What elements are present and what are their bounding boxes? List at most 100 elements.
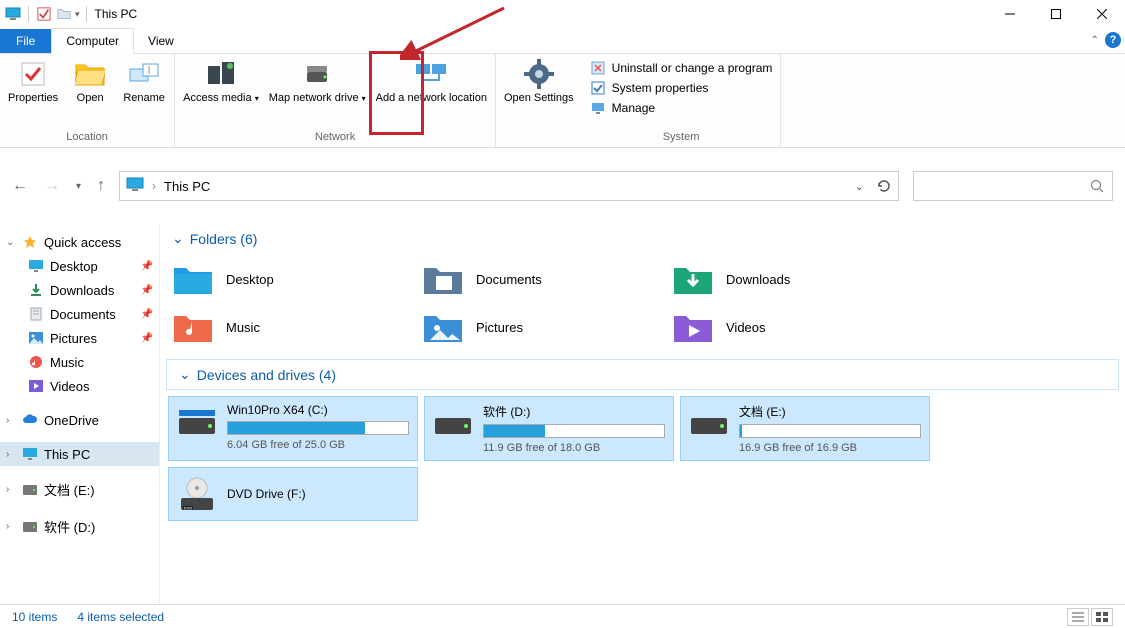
capacity-bar [739,424,921,438]
search-input[interactable] [913,171,1113,201]
app-icon [4,5,22,23]
address-dropdown-icon[interactable]: ⌄ [855,180,864,193]
open-folder-icon [74,58,106,90]
tab-computer[interactable]: Computer [51,28,134,54]
properties-button[interactable]: Properties [8,58,58,105]
nav-row: ← → ▾ ↑ › This PC ⌄ [0,148,1125,224]
folder-pictures[interactable]: Pictures [418,303,668,351]
tree-drive-e[interactable]: › 文档 (E:) [0,476,159,503]
pictures-folder-icon [422,309,464,345]
folder-documents[interactable]: Documents [418,255,668,303]
svg-text:DVD: DVD [184,506,193,511]
tree-onedrive[interactable]: › OneDrive [0,408,159,432]
open-button[interactable]: Open [68,58,112,105]
rename-icon [128,58,160,90]
tree-documents[interactable]: Documents 📌 [0,302,159,326]
folder-desktop[interactable]: Desktop [168,255,418,303]
manage-button[interactable]: Manage [590,100,773,116]
collapse-ribbon-icon[interactable]: ⌃ [1091,35,1099,46]
pin-icon: 📌 [141,333,153,344]
folder-videos[interactable]: Videos [668,303,918,351]
access-media-icon [205,58,237,90]
view-thumbnails-button[interactable] [1091,608,1113,626]
back-button[interactable]: ← [12,177,28,195]
add-location-icon [415,58,447,90]
chevron-right-icon[interactable]: › [6,415,16,426]
tree-music[interactable]: Music [0,350,159,374]
folder-music[interactable]: Music [168,303,418,351]
uninstall-program-button[interactable]: Uninstall or change a program [590,60,773,76]
up-button[interactable]: ↑ [97,177,105,195]
maximize-button[interactable] [1033,0,1079,28]
main-area: ⌄ Quick access Desktop 📌 Downloads 📌 Doc… [0,224,1125,604]
section-drives-header[interactable]: ⌄ Devices and drives (4) [166,359,1119,390]
view-details-button[interactable] [1067,608,1089,626]
section-folders-header[interactable]: ⌄ Folders (6) [160,224,1125,253]
tree-downloads[interactable]: Downloads 📌 [0,278,159,302]
properties-icon [17,58,49,90]
minimize-button[interactable] [987,0,1033,28]
folders-grid: Desktop Documents Downloads Music Pictur… [160,253,1125,359]
tree-videos[interactable]: Videos [0,374,159,398]
search-icon [1090,179,1104,193]
downloads-icon [28,282,44,298]
capacity-bar [227,421,409,435]
downloads-folder-icon [672,261,714,297]
tab-view[interactable]: View [134,29,188,53]
map-drive-button[interactable]: Map network drive ▾ [269,58,366,105]
cloud-icon [22,412,38,428]
status-selected-count: 4 items selected [77,610,164,624]
titlebar: ▾ This PC [0,0,1125,28]
tab-file[interactable]: File [0,29,51,53]
access-media-button[interactable]: Access media ▾ [183,58,259,105]
drive-icon [22,482,38,498]
drive-icon [177,403,217,443]
tree-quick-access[interactable]: ⌄ Quick access [0,230,159,254]
drive-e[interactable]: 文档 (E:) 16.9 GB free of 16.9 GB [680,396,930,461]
chevron-down-icon[interactable]: ⌄ [6,237,16,248]
recent-locations-icon[interactable]: ▾ [76,181,81,192]
open-settings-button[interactable]: Open Settings [504,58,574,105]
chevron-right-icon[interactable]: › [6,484,16,495]
documents-folder-icon [422,261,464,297]
chevron-right-icon[interactable]: › [6,449,16,460]
help-icon[interactable]: ? [1105,32,1121,48]
drive-icon [433,403,473,443]
chevron-down-icon: ⌄ [179,366,191,383]
status-item-count: 10 items [12,610,57,624]
map-drive-icon [301,58,333,90]
tree-drive-d[interactable]: › 软件 (D:) [0,513,159,540]
address-bar[interactable]: › This PC ⌄ [119,171,899,201]
refresh-icon[interactable] [876,178,892,194]
drive-c[interactable]: Win10Pro X64 (C:) 6.04 GB free of 25.0 G… [168,396,418,461]
rename-button[interactable]: Rename [122,58,166,105]
videos-icon [28,378,44,394]
qat-folder-icon[interactable] [55,5,73,23]
star-icon [22,234,38,250]
drive-d[interactable]: 软件 (D:) 11.9 GB free of 18.0 GB [424,396,674,461]
system-properties-button[interactable]: System properties [590,80,773,96]
tree-pictures[interactable]: Pictures 📌 [0,326,159,350]
this-pc-icon [126,177,144,195]
close-button[interactable] [1079,0,1125,28]
chevron-down-icon: ⌄ [172,230,184,247]
drives-grid: Win10Pro X64 (C:) 6.04 GB free of 25.0 G… [160,390,1125,527]
ribbon-group-label: Location [8,129,166,145]
this-pc-icon [22,446,38,462]
desktop-icon [28,258,44,274]
qat-dropdown-icon[interactable]: ▾ [75,9,80,20]
tree-this-pc[interactable]: › This PC [0,442,159,466]
tree-desktop[interactable]: Desktop 📌 [0,254,159,278]
forward-button[interactable]: → [44,177,60,195]
system-properties-icon [590,80,606,96]
folder-downloads[interactable]: Downloads [668,255,918,303]
qat-checkbox-icon[interactable] [35,5,53,23]
drive-icon [22,519,38,535]
pictures-icon [28,330,44,346]
chevron-right-icon[interactable]: › [6,521,16,532]
pin-icon: 📌 [141,285,153,296]
documents-icon [28,306,44,322]
breadcrumb[interactable]: This PC [164,179,210,194]
add-location-button[interactable]: Add a network location [376,58,487,105]
drive-dvd[interactable]: DVD DVD Drive (F:) [168,467,418,521]
